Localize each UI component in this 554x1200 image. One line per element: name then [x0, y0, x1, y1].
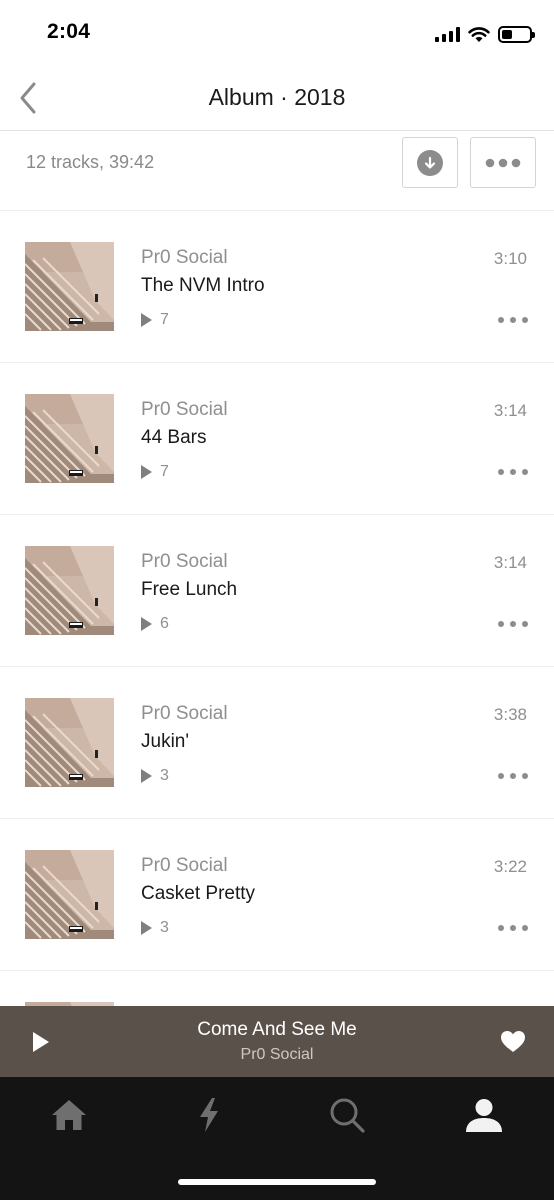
download-button[interactable] [402, 137, 458, 188]
play-count-value: 7 [160, 311, 169, 328]
track-more-button[interactable] [498, 461, 528, 483]
download-icon [417, 149, 443, 176]
cellular-signal-icon [435, 26, 460, 42]
page-title: Album · 2018 [208, 84, 346, 110]
track-row[interactable]: Pr0 Social Free Lunch 6 3:14 [0, 515, 554, 667]
track-duration: 3:10 [493, 249, 527, 268]
album-cover [25, 394, 114, 483]
track-play-count: 7 [141, 311, 169, 329]
play-count-value: 3 [160, 919, 169, 936]
album-cover [25, 850, 114, 939]
play-count-value: 6 [160, 615, 169, 632]
now-playing-artist: Pr0 Social [240, 1046, 314, 1063]
track-title: Free Lunch [141, 579, 238, 600]
track-play-count: 7 [141, 463, 169, 481]
tab-bar [0, 1077, 554, 1200]
track-more-button[interactable] [498, 917, 528, 939]
wifi-icon [468, 26, 490, 42]
heart-icon[interactable] [500, 1030, 526, 1054]
tab-activity[interactable] [184, 1093, 234, 1137]
tab-profile[interactable] [459, 1093, 509, 1137]
track-play-count: 6 [141, 615, 169, 633]
track-artist: Pr0 Social [141, 247, 228, 268]
profile-icon [466, 1099, 502, 1132]
track-summary: 12 tracks, 39:42 [26, 152, 155, 172]
track-artist: Pr0 Social [141, 855, 228, 876]
track-play-count: 3 [141, 767, 169, 785]
track-row[interactable]: Pr0 Social Casket Pretty 3 3:22 [0, 819, 554, 971]
search-icon [330, 1098, 365, 1133]
track-artist: Pr0 Social [141, 703, 228, 724]
play-count-value: 7 [160, 463, 169, 480]
album-cover [25, 698, 114, 787]
nav-header: Album · 2018 [0, 66, 554, 131]
track-title: Casket Pretty [141, 883, 256, 904]
album-cover [25, 546, 114, 635]
mini-player[interactable]: Come And See Me Pr0 Social [0, 1006, 554, 1077]
track-more-button[interactable] [498, 765, 528, 787]
play-count-icon [141, 465, 152, 479]
track-play-count: 3 [141, 919, 169, 937]
home-icon [52, 1100, 86, 1130]
play-count-icon [141, 921, 152, 935]
tab-search[interactable] [322, 1093, 372, 1137]
album-cover [25, 242, 114, 331]
tab-home[interactable] [44, 1093, 94, 1137]
status-bar: 2:04 [0, 0, 554, 66]
track-list: Pr0 Social The NVM Intro 7 3:10 Pr0 Social 4… [0, 211, 554, 1006]
track-duration: 3:14 [493, 401, 527, 420]
battery-icon [498, 25, 535, 43]
status-time: 2:04 [47, 20, 91, 43]
track-artist: Pr0 Social [141, 551, 228, 572]
track-more-button[interactable] [498, 309, 528, 331]
album-more-button[interactable] [470, 137, 536, 188]
play-count-icon [141, 769, 152, 783]
more-horizontal-icon [485, 158, 521, 167]
track-title: Jukin' [141, 731, 189, 752]
track-row-partial[interactable] [0, 971, 554, 1006]
track-duration: 3:38 [493, 705, 527, 724]
album-info-row: 12 tracks, 39:42 [0, 131, 554, 211]
track-artist: Pr0 Social [141, 399, 228, 420]
status-icons [435, 22, 535, 46]
play-count-icon [141, 617, 152, 631]
track-row[interactable]: Pr0 Social 44 Bars 7 3:14 [0, 363, 554, 515]
track-more-button[interactable] [498, 613, 528, 635]
track-title: 44 Bars [141, 427, 207, 448]
lightning-bolt-icon [200, 1098, 218, 1132]
track-row[interactable]: Pr0 Social The NVM Intro 7 3:10 [0, 211, 554, 363]
track-title: The NVM Intro [141, 275, 265, 296]
play-count-value: 3 [160, 767, 169, 784]
play-count-icon [141, 313, 152, 327]
track-row[interactable]: Pr0 Social Jukin' 3 3:38 [0, 667, 554, 819]
track-duration: 3:22 [493, 857, 527, 876]
home-indicator [178, 1179, 376, 1185]
track-duration: 3:14 [493, 553, 527, 572]
now-playing-title: Come And See Me [197, 1019, 357, 1040]
